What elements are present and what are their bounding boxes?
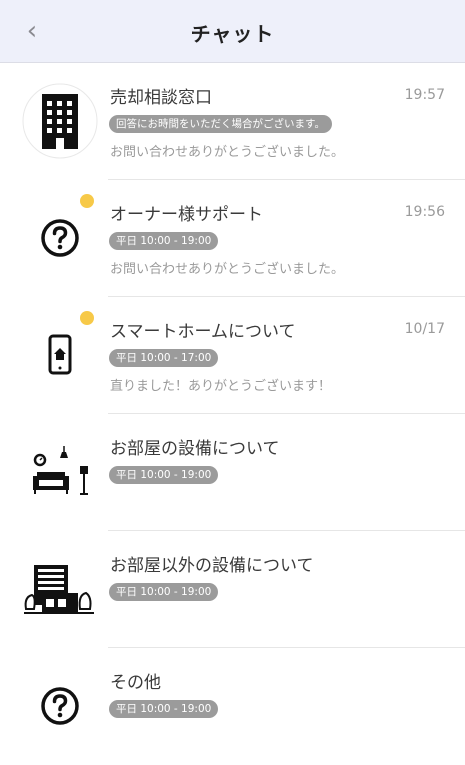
chat-room-name: その他 xyxy=(110,673,161,693)
hours-badge: 回答にお時間をいただく場合がございます。 xyxy=(109,115,332,133)
hours-badge: 平日 10:00 - 19:00 xyxy=(109,700,219,718)
hours-badge: 平日 10:00 - 19:00 xyxy=(109,232,219,250)
building-icon xyxy=(22,83,98,159)
header-bar: ‹ チャット xyxy=(0,0,465,63)
last-message-time: 19:57 xyxy=(404,87,445,103)
hours-badge: 平日 10:00 - 19:00 xyxy=(109,466,219,484)
page-title: チャット xyxy=(190,22,275,46)
question-icon xyxy=(22,200,98,276)
last-message-time: 19:56 xyxy=(404,204,445,220)
chat-room-item[interactable]: その他 平日 10:00 - 19:00 xyxy=(0,648,465,765)
hours-badge: 平日 10:00 - 19:00 xyxy=(109,583,219,601)
chat-room-item[interactable]: スマートホームについて 10/17 平日 10:00 - 17:00 直りました… xyxy=(0,297,465,414)
last-message-time: 10/17 xyxy=(404,321,445,337)
chat-room-name: 売却相談窓口 xyxy=(110,88,212,108)
chat-room-name: オーナー様サポート xyxy=(110,205,263,225)
chat-room-name: スマートホームについて xyxy=(110,322,296,342)
chat-room-name: お部屋以外の設備について xyxy=(110,556,314,576)
chat-room-item[interactable]: 売却相談窓口 19:57 回答にお時間をいただく場合がございます。 お問い合わせ… xyxy=(0,63,465,180)
hours-badge: 平日 10:00 - 17:00 xyxy=(109,349,219,367)
facility-building-icon xyxy=(22,551,98,627)
last-message: お問い合わせありがとうございました。 xyxy=(110,145,345,160)
last-message: 直りました！ありがとうございます！ xyxy=(110,379,332,394)
chat-list: 売却相談窓口 19:57 回答にお時間をいただく場合がございます。 お問い合わせ… xyxy=(0,63,465,765)
chat-room-item[interactable]: オーナー様サポート 19:56 平日 10:00 - 19:00 お問い合わせあ… xyxy=(0,180,465,297)
question-icon xyxy=(22,668,98,744)
last-message: お問い合わせありがとうございました。 xyxy=(110,262,345,277)
smartphone-home-icon xyxy=(22,317,98,393)
living-room-icon xyxy=(22,434,98,510)
chat-room-item[interactable]: お部屋以外の設備について 平日 10:00 - 19:00 xyxy=(0,531,465,648)
chat-room-name: お部屋の設備について xyxy=(110,439,280,459)
chat-room-item[interactable]: お部屋の設備について 平日 10:00 - 19:00 xyxy=(0,414,465,531)
